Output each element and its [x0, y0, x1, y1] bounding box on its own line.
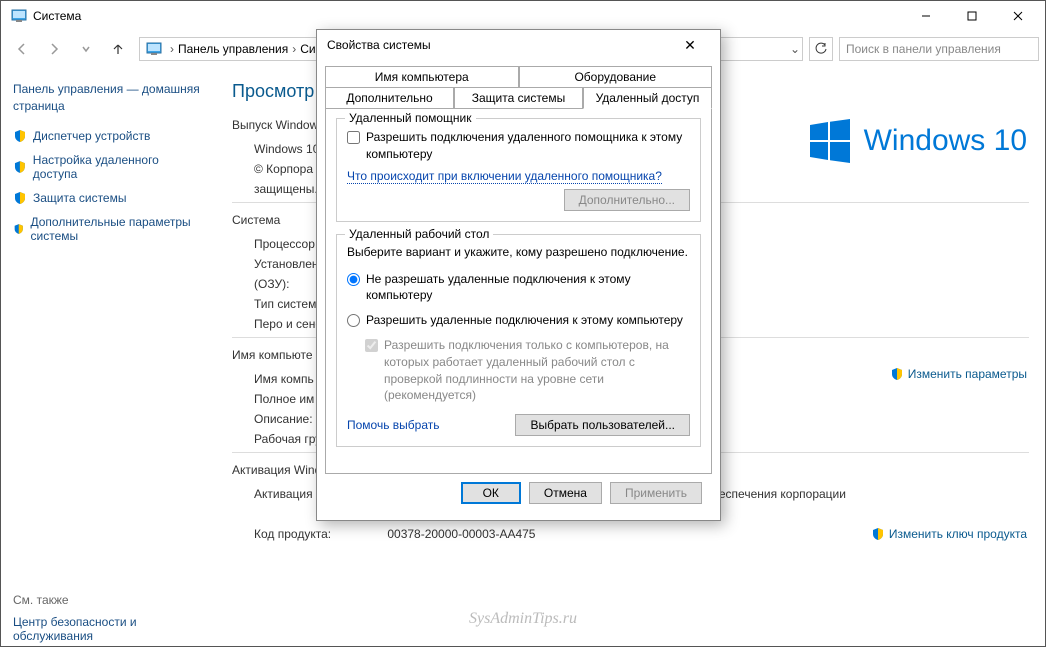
sidebar-item-remote-settings[interactable]: Настройка удаленного доступа: [13, 153, 204, 181]
sidebar-item-system-protection[interactable]: Защита системы: [13, 191, 204, 205]
group-intro: Выберите вариант и укажите, кому разреше…: [347, 245, 690, 259]
sidebar-item-label: Настройка удаленного доступа: [33, 153, 204, 181]
help-choose-link[interactable]: Помочь выбрать: [347, 418, 440, 432]
apply-button[interactable]: Применить: [610, 482, 702, 504]
nla-label: Разрешить подключения только с компьютер…: [384, 337, 690, 404]
system-properties-dialog: Свойства системы ✕ Имя компьютера Оборуд…: [316, 29, 721, 521]
window-title: Система: [33, 9, 81, 23]
nla-checkbox: [365, 339, 378, 352]
window-titlebar: Система: [1, 1, 1045, 31]
chevron-down-icon[interactable]: ⌄: [790, 42, 800, 56]
ok-button[interactable]: ОК: [461, 482, 521, 504]
system-icon: [146, 41, 162, 57]
shield-icon: [13, 160, 27, 174]
up-button[interactable]: [103, 34, 133, 64]
disallow-remote-radio[interactable]: [347, 273, 360, 286]
shield-icon: [13, 222, 25, 236]
group-remote-desktop: Удаленный рабочий стол Выберите вариант …: [336, 234, 701, 448]
maximize-button[interactable]: [949, 1, 995, 31]
refresh-button[interactable]: [809, 37, 833, 61]
change-settings-link[interactable]: Изменить параметры: [890, 367, 1027, 381]
allow-remote-assistance-label: Разрешить подключения удаленного помощни…: [366, 129, 690, 163]
search-input[interactable]: Поиск в панели управления: [839, 37, 1039, 61]
cancel-button[interactable]: Отмена: [529, 482, 602, 504]
allow-remote-label: Разрешить удаленные подключения к этому …: [366, 312, 690, 329]
group-remote-assistance: Удаленный помощник Разрешить подключения…: [336, 118, 701, 222]
back-button[interactable]: [7, 34, 37, 64]
shield-icon: [890, 367, 904, 381]
sidebar-item-label: Защита системы: [33, 191, 126, 205]
chevron-right-icon: ›: [170, 42, 174, 56]
forward-button[interactable]: [39, 34, 69, 64]
sidebar: Панель управления — домашняя страница Ди…: [1, 67, 216, 646]
disallow-remote-label: Не разрешать удаленные подключения к это…: [366, 271, 690, 305]
see-also-link[interactable]: Центр безопасности и обслуживания: [13, 615, 204, 643]
recent-button[interactable]: [71, 34, 101, 64]
sidebar-item-label: Диспетчер устройств: [33, 129, 150, 143]
tab-computer-name[interactable]: Имя компьютера: [325, 66, 519, 87]
shield-icon: [13, 191, 27, 205]
sidebar-home-link[interactable]: Панель управления — домашняя страница: [13, 81, 204, 115]
windows-icon: [806, 117, 854, 165]
group-legend: Удаленный помощник: [345, 111, 476, 125]
breadcrumb-segment[interactable]: Панель управления: [178, 42, 288, 56]
group-legend: Удаленный рабочий стол: [345, 227, 493, 241]
sidebar-item-advanced-settings[interactable]: Дополнительные параметры системы: [13, 215, 204, 243]
shield-icon: [13, 129, 27, 143]
tab-panel-remote: Удаленный помощник Разрешить подключения…: [325, 108, 712, 474]
dialog-close-button[interactable]: ✕: [670, 37, 710, 54]
chevron-right-icon: ›: [292, 42, 296, 56]
allow-remote-radio[interactable]: [347, 314, 360, 327]
see-also-heading: См. также: [13, 593, 204, 607]
select-users-button[interactable]: Выбрать пользователей...: [515, 414, 690, 436]
allow-remote-assistance-checkbox[interactable]: [347, 131, 360, 144]
minimize-button[interactable]: [903, 1, 949, 31]
tab-strip: Имя компьютера Оборудование Дополнительн…: [325, 66, 712, 474]
tab-system-protection[interactable]: Защита системы: [454, 87, 583, 109]
windows-logo: Windows 10: [806, 117, 1027, 165]
tab-remote[interactable]: Удаленный доступ: [583, 87, 712, 109]
tab-hardware[interactable]: Оборудование: [519, 66, 713, 87]
sidebar-item-label: Дополнительные параметры системы: [31, 215, 205, 243]
change-product-key-link[interactable]: Изменить ключ продукта: [871, 527, 1027, 541]
dialog-title: Свойства системы: [327, 38, 431, 52]
tab-advanced[interactable]: Дополнительно: [325, 87, 454, 109]
system-icon: [11, 8, 27, 24]
dialog-titlebar: Свойства системы ✕: [317, 30, 720, 60]
sidebar-item-device-manager[interactable]: Диспетчер устройств: [13, 129, 204, 143]
windows-logo-text: Windows 10: [864, 124, 1027, 158]
remote-assistance-help-link[interactable]: Что происходит при включении удаленного …: [347, 169, 662, 184]
close-button[interactable]: [995, 1, 1041, 31]
remote-assistance-advanced-button[interactable]: Дополнительно...: [564, 189, 690, 211]
shield-icon: [871, 527, 885, 541]
